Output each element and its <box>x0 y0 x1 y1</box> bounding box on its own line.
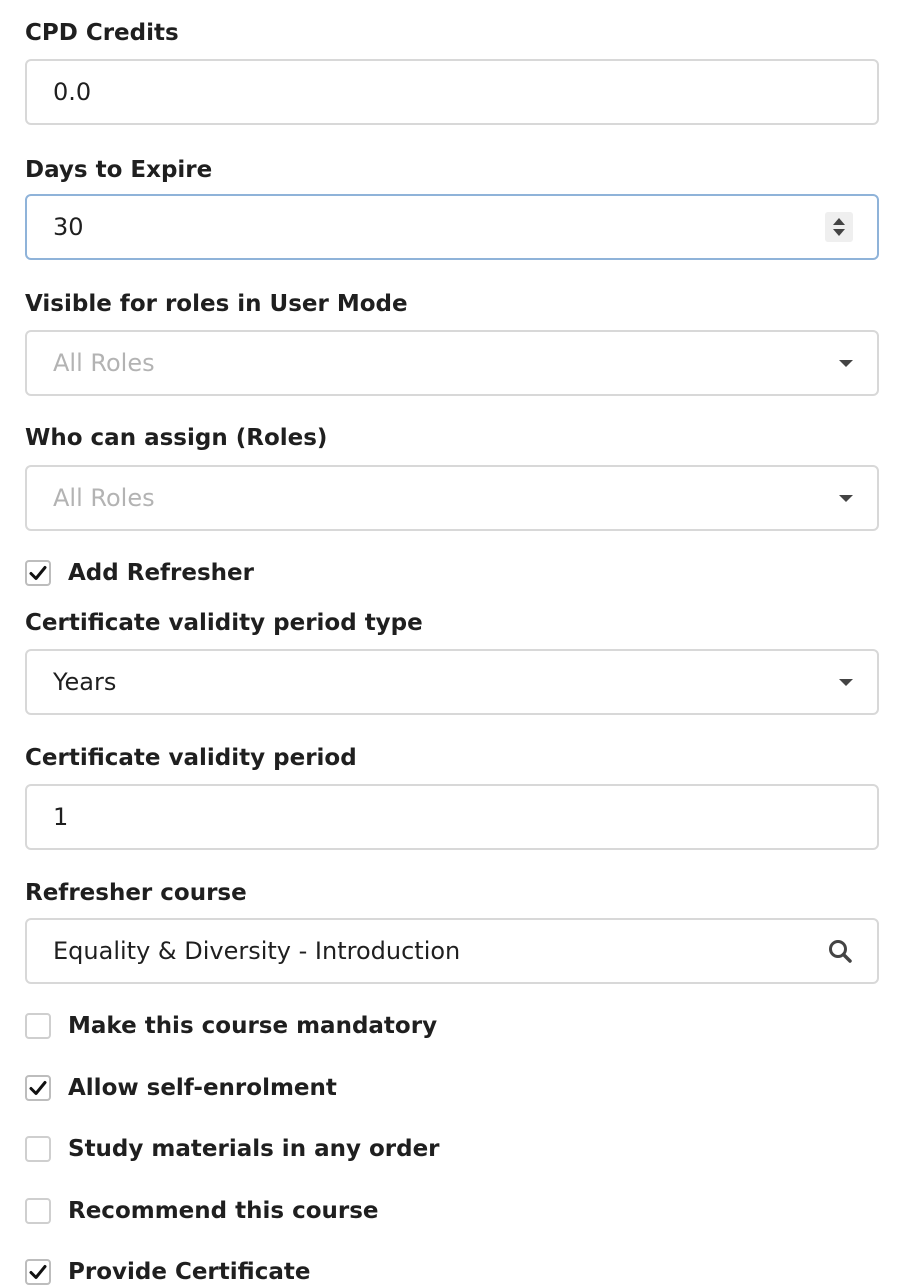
checkmark-icon <box>29 1081 47 1095</box>
refresher-course-label: Refresher course <box>25 880 247 906</box>
course-settings-form: CPD Credits 0.0 Days to Expire 30 Visibl… <box>0 0 904 1288</box>
validity-period-input[interactable]: 1 <box>25 784 879 850</box>
checkmark-icon <box>29 566 47 580</box>
certificate-label: Provide Certificate <box>68 1259 311 1285</box>
validity-type-select[interactable]: Years <box>25 649 879 715</box>
visible-roles-placeholder: All Roles <box>53 349 155 377</box>
visible-roles-label: Visible for roles in User Mode <box>25 291 408 317</box>
add-refresher-option[interactable]: Add Refresher <box>25 558 254 588</box>
checkmark-icon <box>29 1265 47 1279</box>
recommend-label: Recommend this course <box>68 1198 379 1224</box>
number-spinner-icon[interactable] <box>825 212 853 242</box>
days-to-expire-value: 30 <box>53 213 84 241</box>
chevron-down-icon <box>839 678 853 686</box>
spinner-up-icon[interactable] <box>833 218 845 225</box>
visible-roles-select[interactable]: All Roles <box>25 330 879 396</box>
option-recommend[interactable]: Recommend this course <box>25 1196 379 1226</box>
cpd-credits-label: CPD Credits <box>25 20 179 46</box>
assign-roles-placeholder: All Roles <box>53 484 155 512</box>
chevron-down-icon <box>839 359 853 367</box>
validity-period-label: Certificate validity period <box>25 745 357 771</box>
assign-roles-select[interactable]: All Roles <box>25 465 879 531</box>
option-any-order[interactable]: Study materials in any order <box>25 1134 440 1164</box>
cpd-credits-value: 0.0 <box>53 78 92 106</box>
cpd-credits-input[interactable]: 0.0 <box>25 59 879 125</box>
option-mandatory[interactable]: Make this course mandatory <box>25 1011 437 1041</box>
validity-type-value: Years <box>53 668 117 696</box>
certificate-checkbox[interactable] <box>25 1259 51 1285</box>
self-enrolment-label: Allow self-enrolment <box>68 1075 337 1101</box>
refresher-course-input[interactable]: Equality & Diversity - Introduction <box>25 918 879 984</box>
validity-type-label: Certificate validity period type <box>25 610 423 636</box>
spinner-down-icon[interactable] <box>833 229 845 236</box>
refresher-course-value: Equality & Diversity - Introduction <box>53 937 461 965</box>
days-to-expire-input[interactable]: 30 <box>25 194 879 260</box>
add-refresher-label: Add Refresher <box>68 560 254 586</box>
any-order-checkbox[interactable] <box>25 1136 51 1162</box>
self-enrolment-checkbox[interactable] <box>25 1075 51 1101</box>
option-certificate[interactable]: Provide Certificate <box>25 1257 310 1287</box>
search-icon[interactable] <box>827 938 853 964</box>
mandatory-label: Make this course mandatory <box>68 1013 438 1039</box>
days-to-expire-label: Days to Expire <box>25 157 213 183</box>
chevron-down-icon <box>839 494 853 502</box>
option-self-enrolment[interactable]: Allow self-enrolment <box>25 1073 337 1103</box>
recommend-checkbox[interactable] <box>25 1198 51 1224</box>
add-refresher-checkbox[interactable] <box>25 560 51 586</box>
mandatory-checkbox[interactable] <box>25 1013 51 1039</box>
any-order-label: Study materials in any order <box>68 1136 440 1162</box>
validity-period-value: 1 <box>53 803 69 831</box>
assign-roles-label: Who can assign (Roles) <box>25 425 328 451</box>
